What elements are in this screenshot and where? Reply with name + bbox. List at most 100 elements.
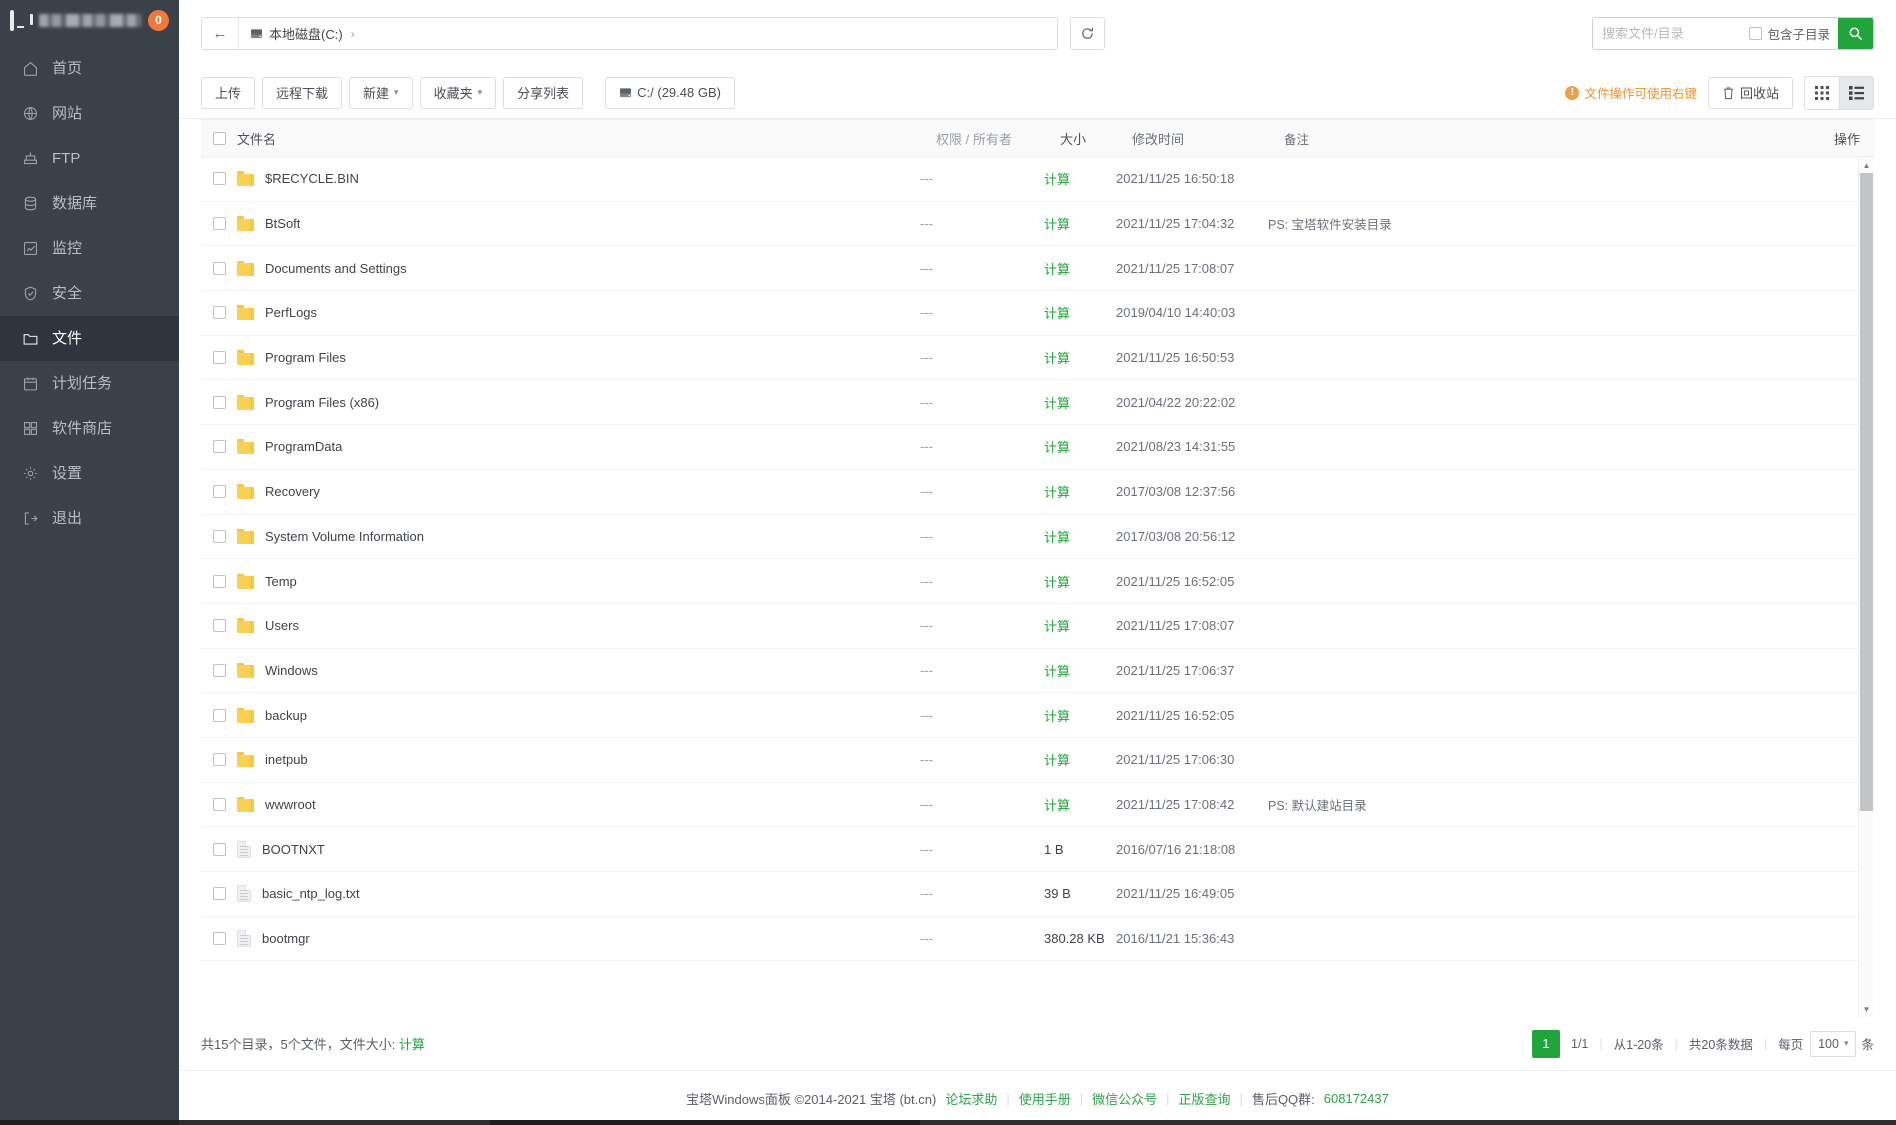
file-name-label[interactable]: Windows — [265, 663, 318, 678]
cell-file-name[interactable]: Recovery — [233, 484, 920, 500]
row-select-cell[interactable] — [201, 217, 233, 231]
table-row[interactable]: BOOTNXT --- 1 B 2016/07/16 21:18:08 — [201, 827, 1858, 872]
row-select-cell[interactable] — [201, 574, 233, 588]
calc-size-link[interactable]: 计算 — [1044, 664, 1070, 679]
row-checkbox[interactable] — [212, 887, 226, 901]
cell-file-name[interactable]: wwwroot — [233, 796, 920, 812]
cell-file-name[interactable]: BOOTNXT — [233, 840, 920, 858]
table-row[interactable]: Users --- 计算 2021/11/25 17:08:07 — [201, 604, 1858, 649]
calc-size-link[interactable]: 计算 — [1044, 575, 1070, 590]
search-input[interactable] — [1593, 18, 1750, 49]
refresh-button[interactable] — [1070, 17, 1105, 50]
cell-file-name[interactable]: PerfLogs — [233, 305, 920, 321]
calc-size-link[interactable]: 计算 — [1044, 217, 1070, 232]
file-name-label[interactable]: backup — [265, 708, 307, 723]
new-button[interactable]: 新建 ▾ — [349, 76, 413, 109]
scrollbar-thumb[interactable] — [1860, 173, 1873, 811]
row-checkbox[interactable] — [212, 529, 226, 543]
cell-file-name[interactable]: ProgramData — [233, 439, 920, 455]
row-checkbox[interactable] — [212, 797, 226, 811]
row-checkbox[interactable] — [212, 395, 226, 409]
calc-size-link[interactable]: 计算 — [1044, 306, 1070, 321]
back-button[interactable]: ← — [202, 18, 239, 49]
table-row[interactable]: Program Files --- 计算 2021/11/25 16:50:53 — [201, 336, 1858, 381]
grid-view-button[interactable] — [1805, 76, 1839, 109]
page-1-button[interactable]: 1 — [1532, 1029, 1560, 1058]
file-name-label[interactable]: PerfLogs — [265, 305, 317, 320]
cell-file-name[interactable]: Temp — [233, 573, 920, 589]
file-name-label[interactable]: System Volume Information — [265, 529, 424, 544]
footer-link-forum[interactable]: 论坛求助 — [945, 1089, 997, 1108]
table-row[interactable]: Program Files (x86) --- 计算 2021/04/22 20:22… — [201, 380, 1858, 426]
file-name-label[interactable]: bootmgr — [262, 931, 310, 946]
sidebar-item-website[interactable]: 网站 — [0, 91, 179, 136]
table-row[interactable]: $RECYCLE.BIN --- 计算 2021/11/25 16:50:18 — [201, 157, 1858, 202]
cell-file-name[interactable]: Users — [233, 618, 920, 634]
disk-selector-button[interactable]: C:/ (29.48 GB) — [605, 76, 735, 109]
row-checkbox[interactable] — [212, 708, 226, 722]
file-name-label[interactable]: basic_ntp_log.txt — [262, 886, 360, 901]
share-list-button[interactable]: 分享列表 — [503, 76, 584, 109]
row-checkbox[interactable] — [212, 261, 226, 275]
cell-file-name[interactable]: $RECYCLE.BIN — [233, 171, 920, 187]
table-row[interactable]: Recovery --- 计算 2017/03/08 12:37:56 — [201, 470, 1858, 515]
table-row[interactable]: Documents and Settings --- 计算 2021/11/25 17… — [201, 246, 1858, 292]
footer-link-license[interactable]: 正版查询 — [1179, 1089, 1231, 1108]
row-checkbox[interactable] — [212, 753, 226, 767]
column-header-permission[interactable]: 权限 / 所有者 — [936, 129, 1060, 148]
row-checkbox[interactable] — [212, 485, 226, 499]
calc-size-link[interactable]: 计算 — [1044, 798, 1070, 813]
file-name-label[interactable]: Recovery — [265, 484, 320, 499]
cell-file-name[interactable]: System Volume Information — [233, 528, 920, 544]
sidebar-item-ftp[interactable]: FTP — [0, 136, 179, 181]
search-button[interactable] — [1838, 18, 1873, 49]
sidebar-item-settings[interactable]: 设置 — [0, 451, 179, 496]
row-select-cell[interactable] — [201, 797, 233, 811]
table-row[interactable]: Windows --- 计算 2021/11/25 17:06:37 — [201, 649, 1858, 694]
file-name-label[interactable]: Program Files — [265, 350, 346, 365]
select-all-cell[interactable] — [201, 131, 233, 145]
file-name-label[interactable]: Program Files (x86) — [265, 395, 379, 410]
row-select-cell[interactable] — [201, 172, 233, 186]
row-select-cell[interactable] — [201, 842, 233, 856]
cell-file-name[interactable]: backup — [233, 707, 920, 723]
table-row[interactable]: wwwroot --- 计算 2021/11/25 17:08:42 PS: 默认建站目… — [201, 783, 1858, 828]
calc-size-link[interactable]: 计算 — [1044, 262, 1070, 277]
row-checkbox[interactable] — [212, 440, 226, 454]
row-checkbox[interactable] — [212, 663, 226, 677]
file-name-label[interactable]: inetpub — [265, 752, 308, 767]
list-view-button[interactable] — [1839, 76, 1873, 109]
calc-size-link[interactable]: 计算 — [1044, 485, 1070, 500]
row-checkbox[interactable] — [212, 842, 226, 856]
row-select-cell[interactable] — [201, 395, 233, 409]
scrollbar-track[interactable] — [1860, 173, 1873, 1001]
notification-badge[interactable]: 0 — [148, 9, 169, 31]
footer-link-wechat[interactable]: 微信公众号 — [1092, 1089, 1157, 1108]
sidebar-item-home[interactable]: 首页 — [0, 46, 179, 91]
calc-size-link[interactable]: 计算 — [1044, 709, 1070, 724]
calc-size-link[interactable]: 计算 — [1044, 619, 1070, 634]
row-select-cell[interactable] — [201, 887, 233, 901]
qq-group-value[interactable]: 608172437 — [1324, 1091, 1389, 1106]
row-select-cell[interactable] — [201, 529, 233, 543]
cell-file-name[interactable]: basic_ntp_log.txt — [233, 885, 920, 903]
row-select-cell[interactable] — [201, 663, 233, 677]
file-name-label[interactable]: Temp — [265, 574, 297, 589]
upload-button[interactable]: 上传 — [201, 76, 256, 109]
sidebar-item-logout[interactable]: 退出 — [0, 496, 179, 541]
file-name-label[interactable]: wwwroot — [265, 797, 316, 812]
file-name-label[interactable]: Users — [265, 618, 299, 633]
row-checkbox[interactable] — [212, 351, 226, 365]
row-checkbox[interactable] — [212, 306, 226, 320]
select-all-checkbox[interactable] — [212, 131, 226, 145]
column-header-size[interactable]: 大小 — [1060, 129, 1132, 148]
sidebar-item-security[interactable]: 安全 — [0, 271, 179, 316]
column-header-mtime[interactable]: 修改时间 — [1132, 129, 1284, 148]
sidebar-item-crontab[interactable]: 计划任务 — [0, 361, 179, 406]
cell-file-name[interactable]: Program Files — [233, 350, 920, 366]
breadcrumb-item-disk[interactable]: 本地磁盘(C:) — [269, 24, 343, 43]
cell-file-name[interactable]: Program Files (x86) — [233, 394, 920, 410]
row-select-cell[interactable] — [201, 351, 233, 365]
file-name-label[interactable]: BOOTNXT — [262, 842, 325, 857]
table-row[interactable]: inetpub --- 计算 2021/11/25 17:06:30 — [201, 738, 1858, 783]
